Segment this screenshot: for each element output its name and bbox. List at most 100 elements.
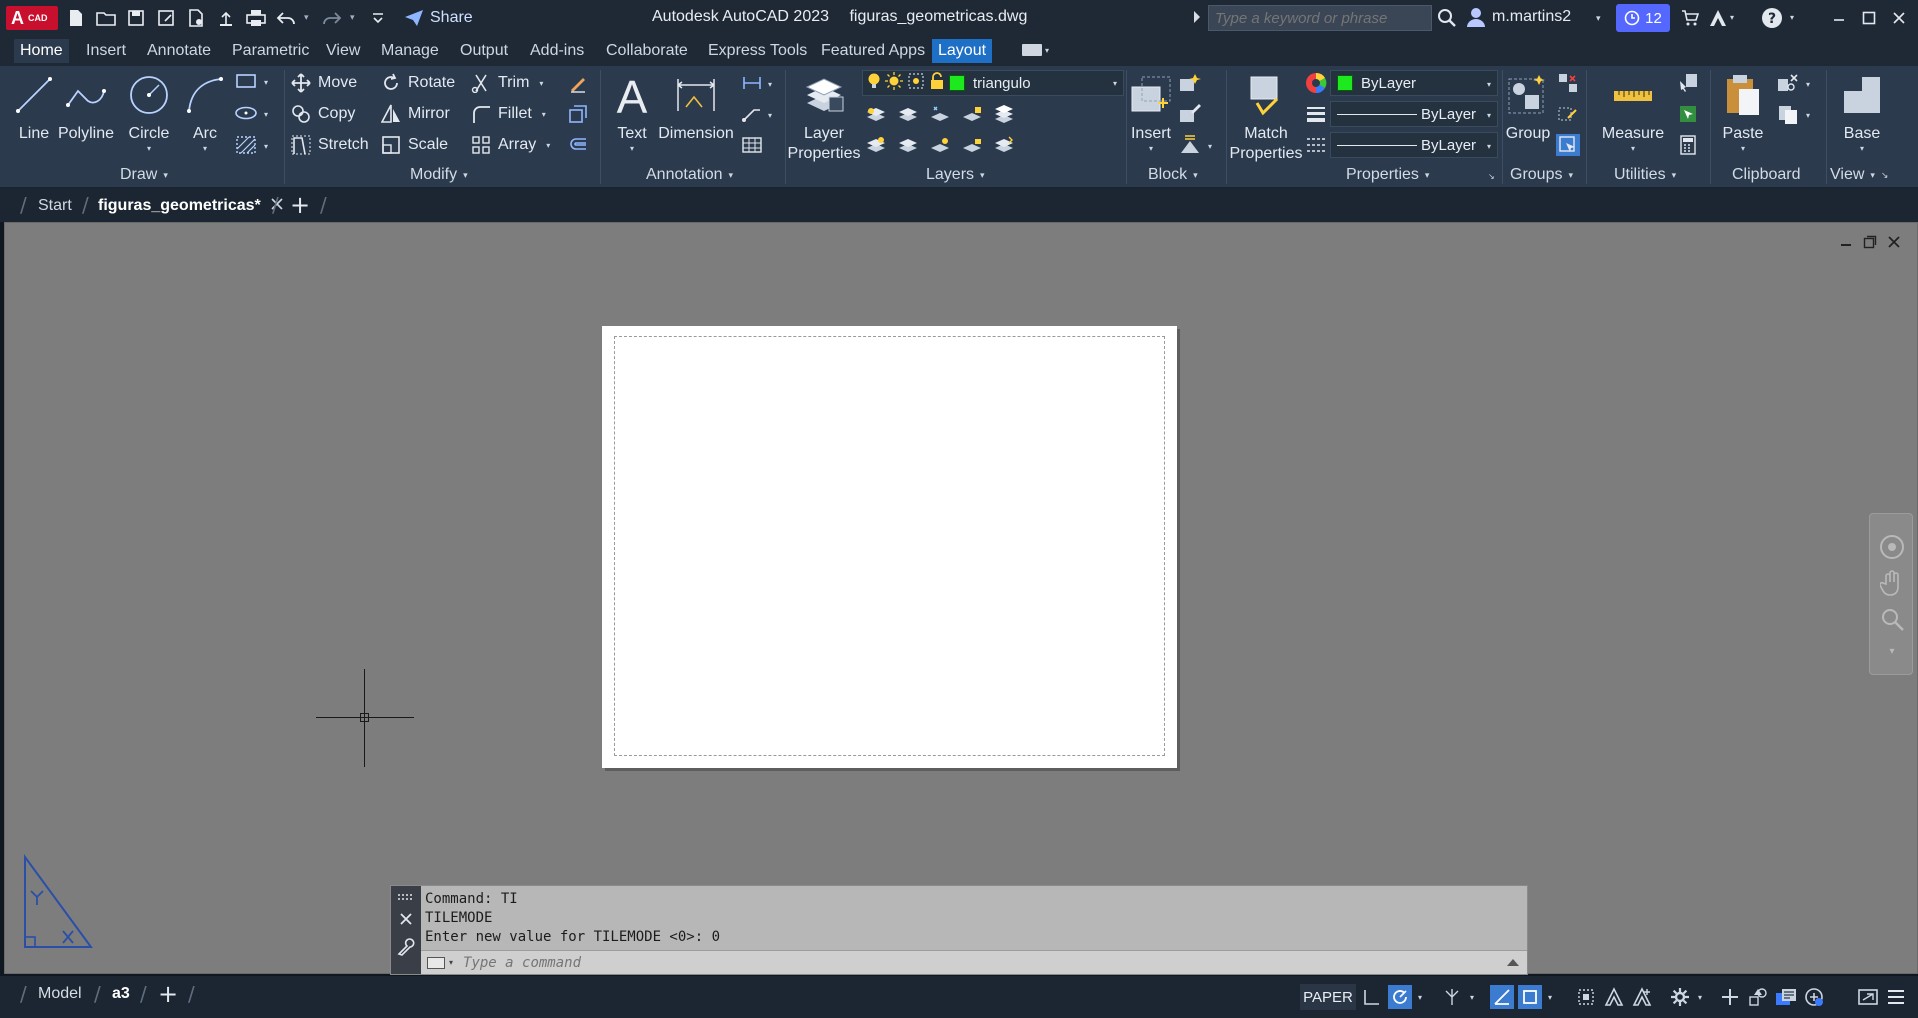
tab-express-tools[interactable]: Express Tools <box>702 39 813 63</box>
groups-panel-title[interactable]: Groups ▾ <box>1510 165 1573 185</box>
linetype-icon[interactable] <box>1304 134 1328 156</box>
ungroup-icon[interactable] <box>1556 72 1580 94</box>
hatch-icon[interactable] <box>234 134 258 156</box>
grip-icon[interactable] <box>397 888 415 906</box>
workspace-gear-icon[interactable] <box>1668 985 1692 1009</box>
leader-dropdown-icon[interactable]: ▾ <box>768 111 772 120</box>
redo-icon[interactable] <box>320 6 344 30</box>
rectangle-dropdown-icon[interactable]: ▾ <box>264 78 268 87</box>
tab-collaborate[interactable]: Collaborate <box>600 39 694 63</box>
snap-icon[interactable] <box>1388 985 1412 1009</box>
auto-scale-icon[interactable] <box>1630 985 1654 1009</box>
model-tab[interactable]: Model <box>38 985 82 1003</box>
customize-qat-icon[interactable] <box>366 6 390 30</box>
color-dropdown[interactable]: ByLayer ▾ <box>1330 70 1498 96</box>
linetype-dropdown[interactable]: ByLayer ▾ <box>1330 132 1498 158</box>
customize-menu-icon[interactable] <box>1884 985 1908 1009</box>
text-dropdown-icon[interactable]: ▾ <box>630 144 634 154</box>
close-command-line-icon[interactable] <box>397 910 415 928</box>
layer-lock-icon[interactable] <box>960 103 984 125</box>
text-button[interactable]: A Text ▾ <box>612 66 652 154</box>
draw-panel-title[interactable]: Draw ▾ <box>120 165 168 185</box>
linear-dim-dropdown-icon[interactable]: ▾ <box>768 80 772 89</box>
base-dropdown-icon[interactable]: ▾ <box>1860 144 1864 154</box>
undo-dropdown-icon[interactable]: ▾ <box>304 13 314 23</box>
trim-button[interactable]: Trim ▾ <box>470 70 543 96</box>
tab-output[interactable]: Output <box>454 39 514 63</box>
expand-search-icon[interactable] <box>1194 11 1200 23</box>
lineweight-icon[interactable] <box>1304 103 1328 125</box>
insert-block-button[interactable]: Insert ▾ <box>1130 66 1172 154</box>
file-tab-start[interactable]: Start <box>38 194 72 218</box>
properties-panel-title[interactable]: Properties ▾ <box>1346 165 1429 185</box>
utilities-panel-title[interactable]: Utilities ▾ <box>1614 165 1676 185</box>
layer-off-icon[interactable] <box>864 103 888 125</box>
user-dropdown-icon[interactable]: ▾ <box>1596 14 1601 24</box>
tab-layout[interactable]: Layout <box>932 39 993 63</box>
hatch-dropdown-icon[interactable]: ▾ <box>264 142 268 151</box>
tab-insert[interactable]: Insert <box>80 39 132 63</box>
quick-properties-icon[interactable] <box>1774 985 1798 1009</box>
save-as-icon[interactable] <box>154 6 178 30</box>
linear-dim-icon[interactable] <box>740 72 764 94</box>
viewport-minimize-icon[interactable] <box>1839 235 1853 253</box>
copy-button[interactable]: Copy <box>290 101 355 127</box>
tab-view[interactable]: View <box>320 39 366 63</box>
quick-select-icon[interactable] <box>1676 72 1700 94</box>
maximize-window-icon[interactable] <box>1854 4 1884 32</box>
cut-copy-icon[interactable] <box>1776 72 1800 94</box>
layers-panel-title[interactable]: Layers ▾ <box>926 165 985 185</box>
drawing-area[interactable]: ▾ <box>4 222 1918 974</box>
open-web-icon[interactable] <box>184 6 208 30</box>
redo-dropdown-icon[interactable]: ▾ <box>350 13 360 23</box>
command-prompt-icon[interactable] <box>427 956 445 969</box>
block-attribute-icon[interactable] <box>1178 134 1202 156</box>
erase-icon[interactable] <box>566 72 590 94</box>
array-dropdown-icon[interactable]: ▾ <box>546 141 550 150</box>
select-all-icon[interactable] <box>1676 103 1700 125</box>
rectangle-icon[interactable] <box>234 70 258 92</box>
layout-tab-a3[interactable]: a3 <box>112 985 130 1003</box>
layer-properties-button[interactable]: Layer Properties <box>788 66 860 164</box>
offset-icon[interactable] <box>566 134 590 156</box>
copy-clip-dropdown-icon[interactable]: ▾ <box>1806 111 1810 120</box>
undo-icon[interactable] <box>274 6 298 30</box>
tab-manage[interactable]: Manage <box>375 39 445 63</box>
snap-dropdown-icon[interactable]: ▾ <box>1418 993 1422 1002</box>
tab-home[interactable]: Home <box>14 39 69 63</box>
layer-unisolate-icon[interactable] <box>896 134 920 156</box>
circle-dropdown-icon[interactable]: ▾ <box>147 144 151 154</box>
ellipse-icon[interactable] <box>234 102 258 124</box>
new-tab-icon[interactable]: + <box>290 191 310 219</box>
workspace-dropdown-icon[interactable]: ▾ <box>1698 993 1702 1002</box>
scale-button[interactable]: Scale <box>380 132 448 158</box>
file-tab-active[interactable]: figuras_geometricas* <box>98 194 283 218</box>
search-input[interactable] <box>1208 5 1432 31</box>
lineweight-dropdown[interactable]: ByLayer ▾ <box>1330 101 1498 127</box>
tab-annotate[interactable]: Annotate <box>141 39 217 63</box>
create-block-icon[interactable] <box>1178 72 1202 94</box>
polyline-button[interactable]: Polyline <box>58 66 114 144</box>
arc-button[interactable]: Arc ▾ <box>184 66 226 154</box>
fillet-button[interactable]: Fillet ▾ <box>470 101 546 127</box>
autodesk-app-icon[interactable] <box>1706 6 1730 30</box>
tab-parametric[interactable]: Parametric <box>226 39 315 63</box>
clean-screen-icon[interactable] <box>1856 985 1880 1009</box>
circle-button[interactable]: Circle ▾ <box>124 66 174 154</box>
selection-cycling-icon[interactable] <box>1574 985 1598 1009</box>
save-icon[interactable] <box>124 6 148 30</box>
help-dropdown-icon[interactable]: ▾ <box>1790 13 1794 22</box>
view-panel-title[interactable]: View ▾ ↘ <box>1830 165 1888 185</box>
hardware-acceleration-icon[interactable] <box>1802 985 1826 1009</box>
mirror-button[interactable]: Mirror <box>380 101 450 127</box>
measure-dropdown-icon[interactable]: ▾ <box>1631 144 1635 154</box>
user-account-button[interactable]: m.martins2 <box>1466 7 1571 27</box>
notifications-button[interactable]: 12 <box>1616 4 1670 32</box>
close-window-icon[interactable] <box>1884 4 1914 32</box>
leader-icon[interactable] <box>740 103 764 125</box>
modify-panel-title[interactable]: Modify ▾ <box>410 165 468 185</box>
table-icon[interactable] <box>740 134 764 156</box>
layer-freeze-icon[interactable] <box>928 103 952 125</box>
layer-on-icon[interactable] <box>864 134 888 156</box>
tab-add-ins[interactable]: Add-ins <box>524 39 590 63</box>
